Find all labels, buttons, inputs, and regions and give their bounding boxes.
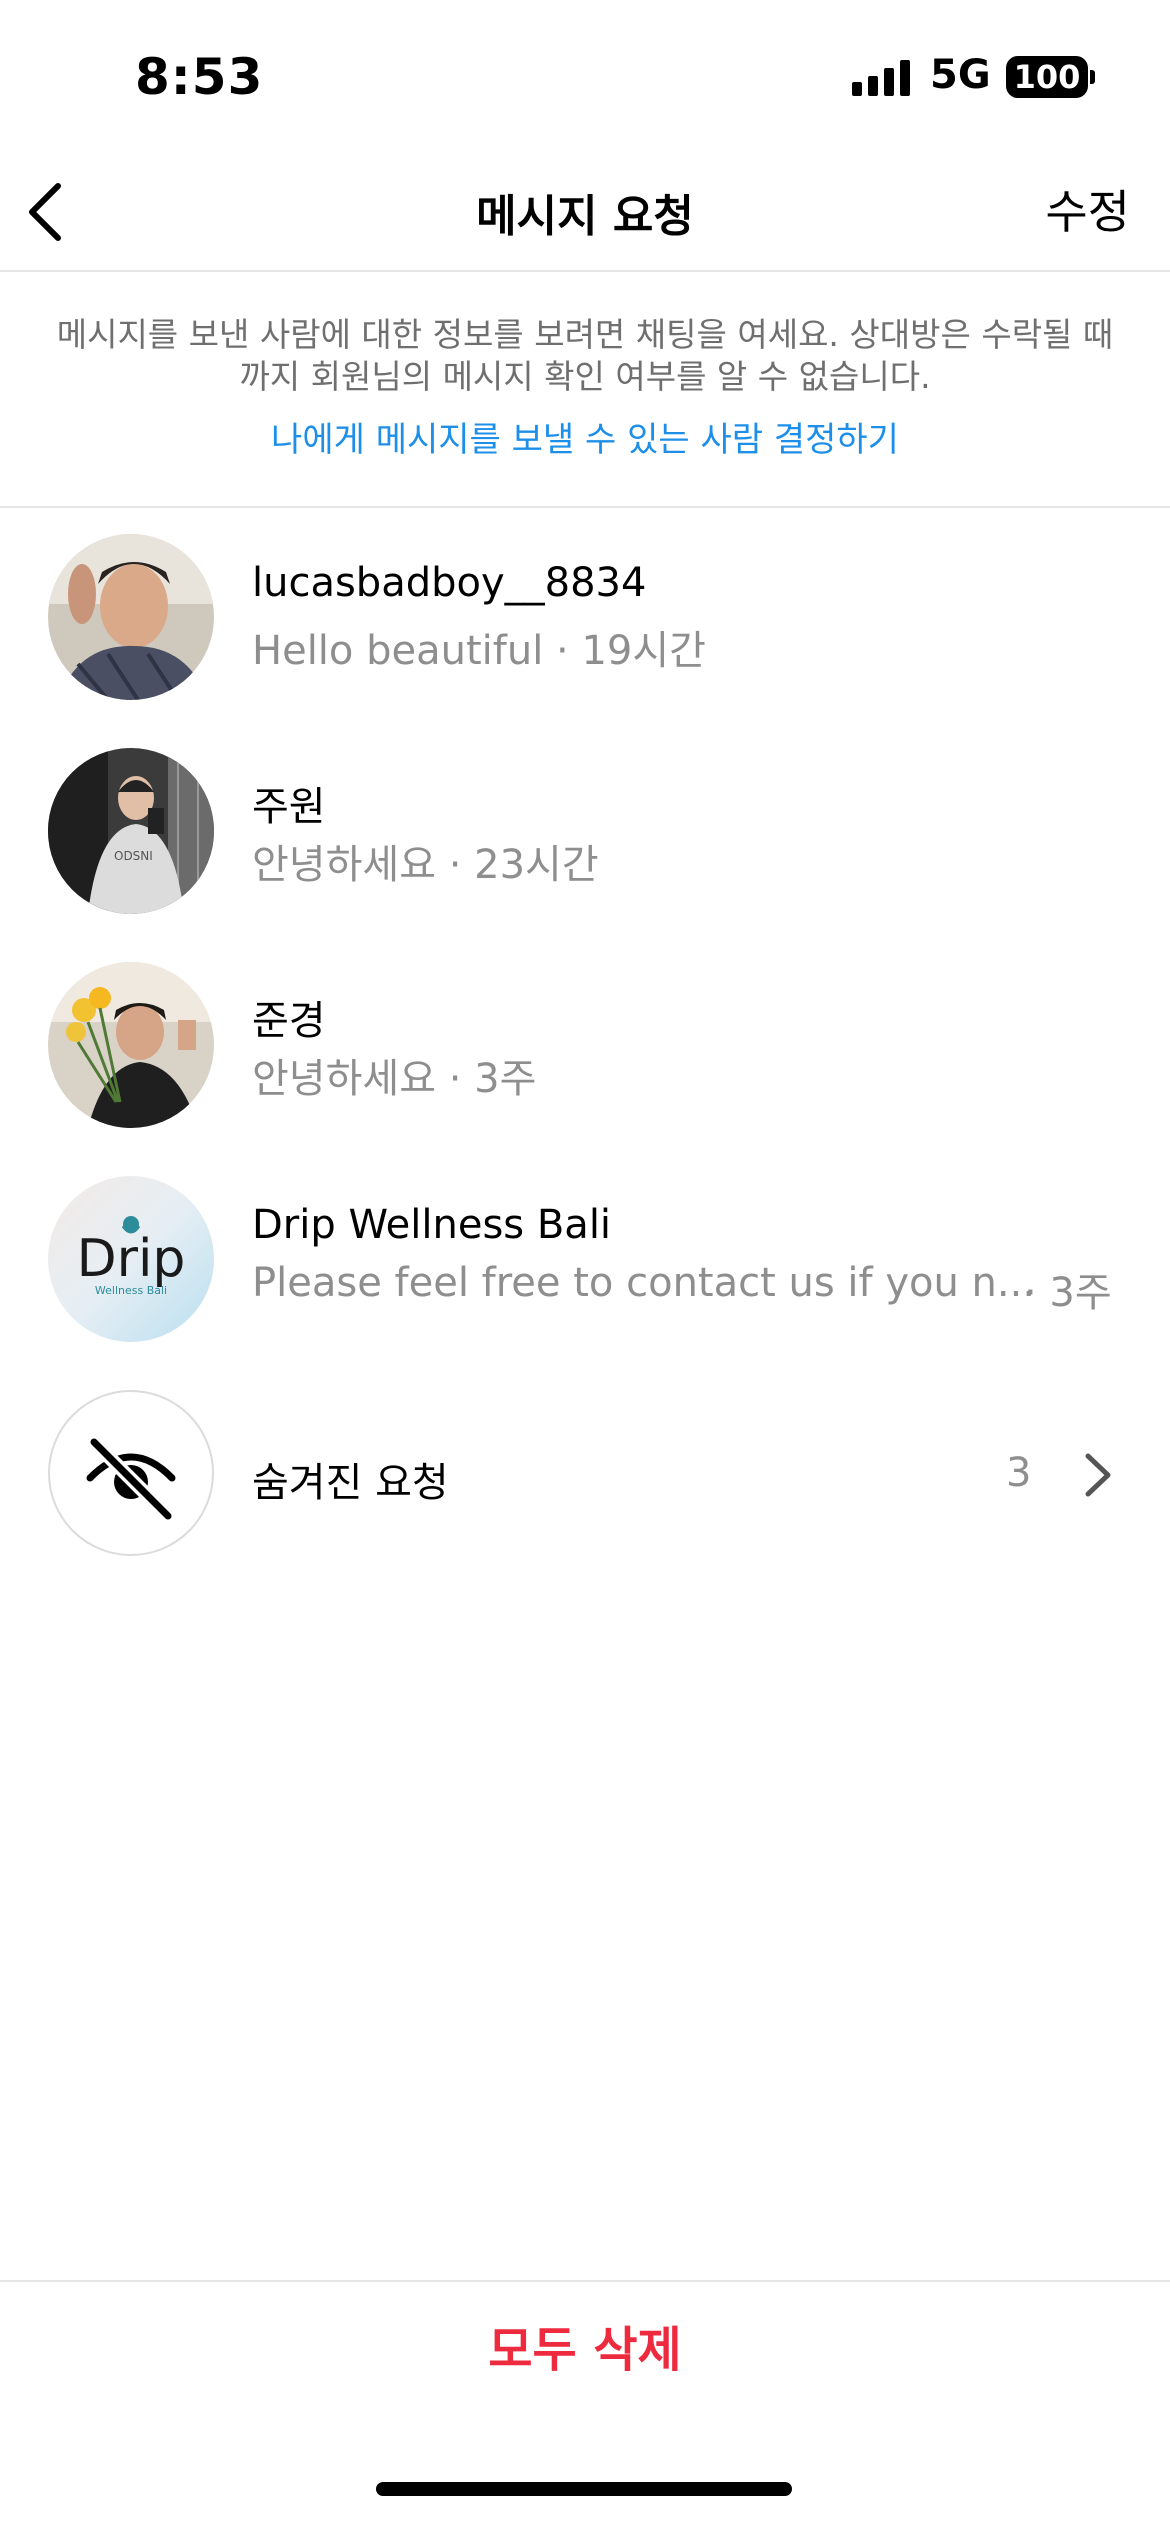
page-title: 메시지 요청 bbox=[476, 191, 694, 242]
info-section: 메시지를 보낸 사람에 대한 정보를 보려면 채팅을 여세요. 상대방은 수락될… bbox=[0, 274, 1170, 508]
request-row[interactable]: 준경 안녕하세요 · 3주 bbox=[0, 938, 1170, 1152]
hidden-requests-label: 숨겨진 요청 bbox=[252, 1460, 449, 1506]
avatar bbox=[48, 534, 214, 700]
message-controls-link[interactable]: 나에게 메시지를 보낼 수 있는 사람 결정하기 bbox=[0, 412, 1170, 461]
request-row[interactable]: Drip Wellness Bali Drip Wellness Bali Pl… bbox=[0, 1152, 1170, 1366]
message-requests-screen: 8:53 5G 100 메시지 요청 수정 메시지를 보낸 사람에 대한 정보를… bbox=[0, 0, 1170, 2532]
home-indicator[interactable] bbox=[376, 2482, 792, 2496]
status-bar: 8:53 5G 100 bbox=[0, 0, 1170, 150]
request-name: 준경 bbox=[252, 998, 326, 1044]
request-row[interactable]: ODSNI 주원 안녕하세요 · 23시간 bbox=[0, 724, 1170, 938]
chevron-right-icon bbox=[1085, 1453, 1111, 1497]
delete-all-button[interactable]: 모두 삭제 bbox=[0, 2310, 1170, 2380]
divider bbox=[0, 2280, 1170, 2282]
status-time: 8:53 bbox=[135, 48, 264, 106]
request-row[interactable]: lucasbadboy__8834 Hello beautiful · 19시간 bbox=[0, 510, 1170, 724]
avatar: Drip Wellness Bali bbox=[48, 1176, 214, 1342]
request-name: 주원 bbox=[252, 784, 326, 830]
battery-tip bbox=[1090, 70, 1095, 84]
svg-text:Wellness Bali: Wellness Bali bbox=[95, 1284, 167, 1297]
hidden-eye-icon bbox=[86, 1435, 176, 1523]
hidden-requests-row[interactable]: 숨겨진 요청 3 bbox=[0, 1366, 1170, 1580]
avatar: ODSNI bbox=[48, 748, 214, 914]
request-name: lucasbadboy__8834 bbox=[252, 560, 647, 606]
svg-text:ODSNI: ODSNI bbox=[114, 849, 153, 863]
request-time: · 3주 bbox=[1024, 1270, 1112, 1316]
request-preview: Please feel free to contact us if you n.… bbox=[252, 1260, 1036, 1306]
hidden-requests-count: 3 bbox=[1006, 1450, 1032, 1496]
request-preview: 안녕하세요 · 23시간 bbox=[252, 842, 599, 888]
nav-bar: 메시지 요청 수정 bbox=[0, 150, 1170, 272]
request-name: Drip Wellness Bali bbox=[252, 1202, 612, 1248]
signal-icon bbox=[852, 60, 912, 96]
network-label: 5G bbox=[930, 52, 991, 98]
avatar bbox=[48, 962, 214, 1128]
edit-button[interactable]: 수정 bbox=[1045, 176, 1130, 242]
battery-icon: 100 bbox=[1006, 56, 1088, 98]
request-preview: 안녕하세요 · 3주 bbox=[252, 1056, 537, 1102]
hidden-requests-avatar bbox=[48, 1390, 214, 1556]
svg-text:Drip: Drip bbox=[77, 1229, 186, 1289]
info-text: 메시지를 보낸 사람에 대한 정보를 보려면 채팅을 여세요. 상대방은 수락될… bbox=[56, 315, 1114, 396]
request-preview: Hello beautiful · 19시간 bbox=[252, 628, 706, 674]
